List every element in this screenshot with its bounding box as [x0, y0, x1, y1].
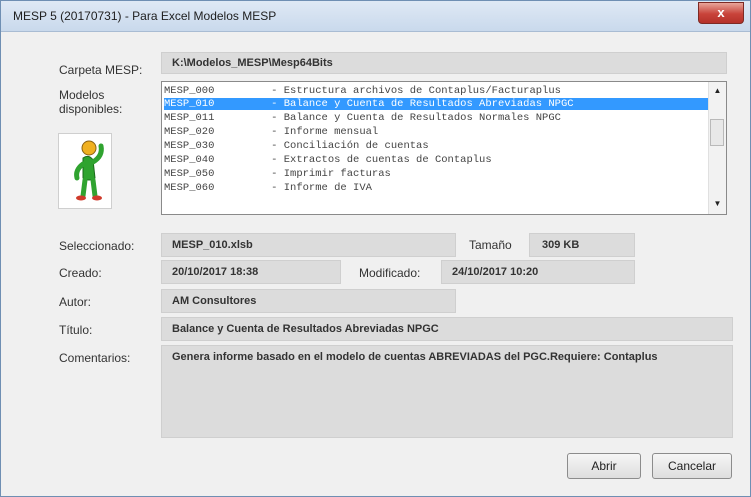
list-scrollbar[interactable]: ▲ ▼ — [708, 82, 726, 214]
scroll-up-icon[interactable]: ▲ — [709, 82, 726, 99]
selected-label: Seleccionado: — [59, 239, 135, 253]
models-label-line1: Modelos — [59, 88, 105, 102]
folder-path-field: K:\Modelos_MESP\Mesp64Bits — [161, 52, 727, 74]
created-field: 20/10/2017 18:38 — [161, 260, 341, 284]
open-button[interactable]: Abrir — [567, 453, 641, 479]
model-figure-icon — [58, 133, 112, 209]
title-field: Balance y Cuenta de Resultados Abreviada… — [161, 317, 733, 341]
cancel-button[interactable]: Cancelar — [652, 453, 732, 479]
dialog-window: MESP 5 (20170731) - Para Excel Modelos M… — [0, 0, 751, 497]
scroll-thumb[interactable] — [710, 119, 724, 146]
models-label-line2: disponibles: — [59, 102, 123, 116]
close-button[interactable]: x — [698, 2, 744, 24]
list-item[interactable]: MESP_040 - Extractos de cuentas de Conta… — [164, 154, 710, 166]
comments-label: Comentarios: — [59, 351, 131, 365]
selected-file-field: MESP_010.xlsb — [161, 233, 456, 257]
title-label: Título: — [59, 323, 93, 337]
modified-field: 24/10/2017 10:20 — [441, 260, 635, 284]
models-listbox[interactable]: MESP_000 - Estructura archivos de Contap… — [161, 81, 727, 215]
comments-field: Genera informe basado en el modelo de cu… — [161, 345, 733, 438]
list-item[interactable]: MESP_060 - Informe de IVA — [164, 182, 710, 194]
author-label: Autor: — [59, 295, 92, 309]
scroll-down-icon[interactable]: ▼ — [709, 195, 726, 212]
size-field: 309 KB — [529, 233, 635, 257]
created-label: Creado: — [59, 266, 102, 280]
list-item[interactable]: MESP_011 - Balance y Cuenta de Resultado… — [164, 112, 710, 124]
close-icon: x — [717, 5, 725, 20]
list-item[interactable]: MESP_000 - Estructura archivos de Contap… — [164, 85, 710, 97]
author-field: AM Consultores — [161, 289, 456, 313]
list-item[interactable]: MESP_030 - Conciliación de cuentas — [164, 140, 710, 152]
size-label: Tamaño — [469, 238, 512, 252]
folder-label: Carpeta MESP: — [59, 63, 143, 77]
list-item-selected[interactable]: MESP_010 - Balance y Cuenta de Resultado… — [164, 98, 710, 110]
modified-label: Modificado: — [359, 266, 421, 280]
list-item[interactable]: MESP_050 - Imprimir facturas — [164, 168, 710, 180]
window-title: MESP 5 (20170731) - Para Excel Modelos M… — [13, 9, 277, 23]
list-item[interactable]: MESP_020 - Informe mensual — [164, 126, 710, 138]
title-bar[interactable]: MESP 5 (20170731) - Para Excel Modelos M… — [1, 1, 750, 32]
